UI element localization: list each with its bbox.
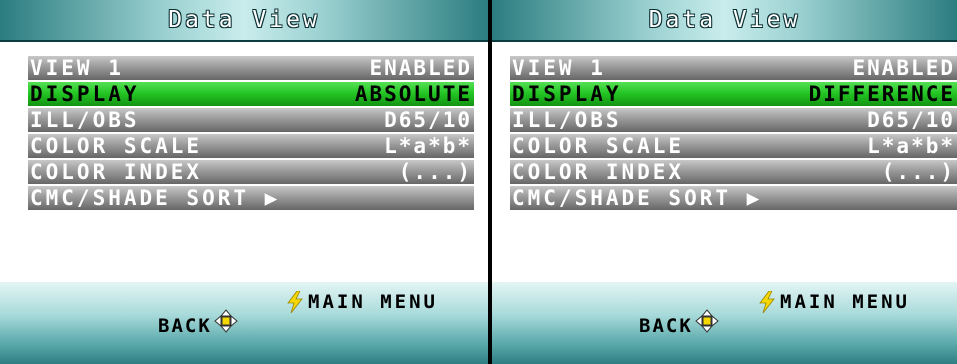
settings-menu: VIEW 1 ENABLED DISPLAY DIFFERENCE ILL/OB… (510, 56, 957, 212)
back-label: BACK (639, 315, 693, 337)
row-value: (...) (881, 160, 955, 184)
row-value: ABSOLUTE (354, 82, 472, 106)
menu-row-color-scale[interactable]: COLOR SCALE L*a*b* (28, 134, 474, 158)
menu-row-display[interactable]: DISPLAY DIFFERENCE (510, 82, 957, 106)
row-value: ENABLED (369, 56, 472, 80)
row-label: COLOR SCALE (512, 134, 685, 158)
title-bar: Data View (492, 0, 957, 42)
menu-row-display[interactable]: DISPLAY ABSOLUTE (28, 82, 474, 106)
row-label: ILL/OBS (30, 108, 140, 132)
row-label: ILL/OBS (512, 108, 622, 132)
row-label: CMC/SHADE SORT ▶ (512, 186, 763, 210)
menu-row-cmc-shade-sort[interactable]: CMC/SHADE SORT ▶ (28, 186, 474, 210)
screen-title: Data View (648, 7, 801, 33)
menu-row-color-index[interactable]: COLOR INDEX (...) (510, 160, 957, 184)
row-label: COLOR INDEX (512, 160, 685, 184)
main-menu-label: MAIN MENU (780, 291, 910, 313)
dpad-arrows-icon (694, 309, 719, 333)
row-value: DIFFERENCE (808, 82, 955, 106)
row-label: COLOR SCALE (30, 134, 203, 158)
main-menu-button[interactable]: MAIN MENU (286, 291, 438, 313)
softkey-bar: MAIN MENU BACK (492, 282, 957, 364)
softkey-bar: MAIN MENU BACK (0, 282, 488, 364)
row-label: CMC/SHADE SORT ▶ (30, 186, 281, 210)
row-label: VIEW 1 (30, 56, 124, 80)
menu-row-color-index[interactable]: COLOR INDEX (...) (28, 160, 474, 184)
settings-menu: VIEW 1 ENABLED DISPLAY ABSOLUTE ILL/OBS … (28, 56, 474, 212)
data-view-screen-left: Data View VIEW 1 ENABLED DISPLAY ABSOLUT… (0, 0, 490, 364)
row-value: D65/10 (384, 108, 472, 132)
row-label: VIEW 1 (512, 56, 606, 80)
row-label: DISPLAY (30, 82, 140, 106)
row-value: L*a*b* (867, 134, 955, 158)
data-view-screen-right: Data View VIEW 1 ENABLED DISPLAY DIFFERE… (492, 0, 957, 364)
row-label: DISPLAY (512, 82, 622, 106)
menu-row-view-1[interactable]: VIEW 1 ENABLED (510, 56, 957, 80)
main-menu-label: MAIN MENU (308, 291, 438, 313)
menu-row-view-1[interactable]: VIEW 1 ENABLED (28, 56, 474, 80)
screen-title: Data View (168, 7, 320, 33)
menu-row-ill-obs[interactable]: ILL/OBS D65/10 (510, 108, 957, 132)
row-label: COLOR INDEX (30, 160, 203, 184)
main-menu-button[interactable]: MAIN MENU (758, 291, 910, 313)
lightning-bolt-icon (759, 291, 775, 313)
row-value: L*a*b* (384, 134, 472, 158)
dpad-arrows-icon (213, 309, 238, 333)
row-value: D65/10 (867, 108, 955, 132)
back-label: BACK (158, 315, 212, 337)
back-button[interactable]: BACK (158, 309, 238, 337)
lightning-bolt-icon (287, 291, 303, 313)
back-button[interactable]: BACK (639, 309, 719, 337)
menu-row-cmc-shade-sort[interactable]: CMC/SHADE SORT ▶ (510, 186, 957, 210)
menu-row-ill-obs[interactable]: ILL/OBS D65/10 (28, 108, 474, 132)
title-bar: Data View (0, 0, 488, 42)
row-value: (...) (398, 160, 472, 184)
menu-row-color-scale[interactable]: COLOR SCALE L*a*b* (510, 134, 957, 158)
row-value: ENABLED (852, 56, 955, 80)
